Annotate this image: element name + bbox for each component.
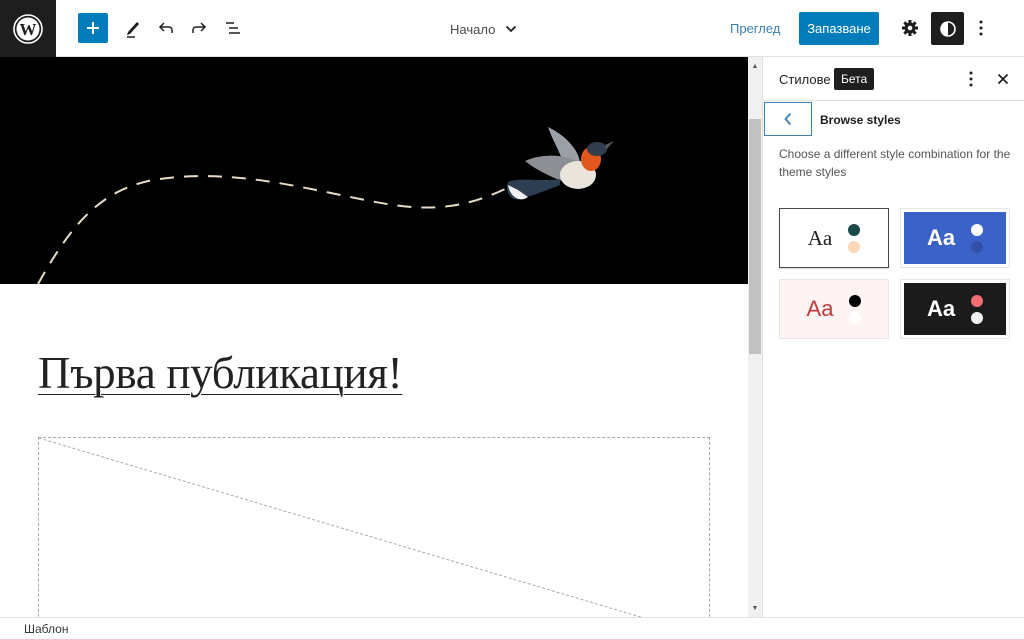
style-variation-pink[interactable]: Aa xyxy=(779,279,889,339)
list-view-icon xyxy=(226,22,240,34)
wordpress-icon: W xyxy=(13,13,43,44)
save-button[interactable]: Запазване xyxy=(799,12,879,45)
variation-color-dots xyxy=(848,223,861,253)
redo-icon xyxy=(192,22,207,33)
scrollbar-thumb[interactable] xyxy=(749,119,761,354)
redo-button[interactable] xyxy=(184,13,214,43)
style-variation-default[interactable]: Aa xyxy=(779,208,889,268)
color-dot xyxy=(971,223,984,236)
beta-badge: Бета xyxy=(834,68,875,90)
chevron-down-icon xyxy=(506,25,517,33)
sidebar-options-button[interactable] xyxy=(959,67,983,91)
color-dot xyxy=(971,311,984,324)
post-title[interactable]: Първа публикация! xyxy=(38,347,403,399)
contrast-icon xyxy=(939,20,956,37)
list-view-button[interactable] xyxy=(218,13,248,43)
style-variation-blue[interactable]: Aa xyxy=(900,208,1010,268)
close-sidebar-button[interactable] xyxy=(991,67,1015,91)
bird-illustration xyxy=(506,127,614,200)
sidebar-header: Стилове Бета xyxy=(763,57,1024,101)
variation-preview: Aa xyxy=(904,283,1006,335)
editor-canvas[interactable]: Първа публикация! xyxy=(0,57,748,617)
variation-preview-text: Aa xyxy=(807,225,833,250)
dashed-flight-path xyxy=(37,175,506,284)
canvas-scrollbar[interactable]: ▲ ▼ xyxy=(748,57,762,617)
scroll-up-arrow[interactable]: ▲ xyxy=(748,59,762,73)
cover-image-block[interactable] xyxy=(0,57,748,284)
close-icon xyxy=(997,73,1009,85)
styles-button[interactable] xyxy=(931,12,964,45)
featured-image-placeholder[interactable] xyxy=(38,437,710,617)
pencil-icon xyxy=(127,22,139,38)
back-button[interactable] xyxy=(764,102,812,136)
undo-icon xyxy=(158,22,173,33)
wordpress-logo-button[interactable]: W xyxy=(0,0,56,57)
color-dot xyxy=(848,223,861,236)
tools-button[interactable] xyxy=(118,13,148,43)
preview-button[interactable]: Преглед xyxy=(730,14,780,44)
browse-styles-description: Choose a different style combination for… xyxy=(779,147,1011,179)
more-vertical-icon xyxy=(979,20,983,36)
template-selector[interactable]: Начало xyxy=(450,14,517,44)
color-dot xyxy=(971,294,984,307)
undo-button[interactable] xyxy=(151,13,181,43)
options-button[interactable] xyxy=(968,13,994,43)
add-block-button[interactable] xyxy=(78,13,108,43)
sidebar-title: Стилове xyxy=(779,72,831,87)
editor-header: W Начало Преглед Запазване xyxy=(0,0,1024,57)
variation-color-dots xyxy=(971,223,984,253)
breadcrumb-template[interactable]: Шаблон xyxy=(24,622,68,636)
variation-preview-text: Aa xyxy=(926,296,956,321)
scroll-down-arrow[interactable]: ▼ xyxy=(748,601,762,615)
block-breadcrumb-bar: Шаблон xyxy=(0,617,1024,640)
variation-preview-text: Aa xyxy=(926,225,956,250)
style-variation-dark[interactable]: Aa xyxy=(900,279,1010,339)
template-name: Начало xyxy=(450,21,496,37)
variation-preview: Aa xyxy=(904,212,1006,264)
color-dot xyxy=(848,240,861,253)
gear-icon xyxy=(902,20,918,36)
variation-color-dots xyxy=(849,294,862,324)
plus-icon xyxy=(87,22,99,34)
color-dot xyxy=(971,240,984,253)
variation-color-dots xyxy=(971,294,984,324)
browse-styles-title: Browse styles xyxy=(820,113,901,127)
styles-sidebar: Стилове Бета Browse styles Choose a diff… xyxy=(762,57,1024,617)
chevron-left-icon xyxy=(784,112,792,126)
placeholder-diagonal xyxy=(39,438,643,617)
svg-text:W: W xyxy=(20,20,37,39)
settings-button[interactable] xyxy=(895,13,925,43)
color-dot xyxy=(849,311,862,324)
color-dot xyxy=(849,294,862,307)
variation-preview-text: Aa xyxy=(806,296,834,321)
more-vertical-icon xyxy=(969,71,973,87)
